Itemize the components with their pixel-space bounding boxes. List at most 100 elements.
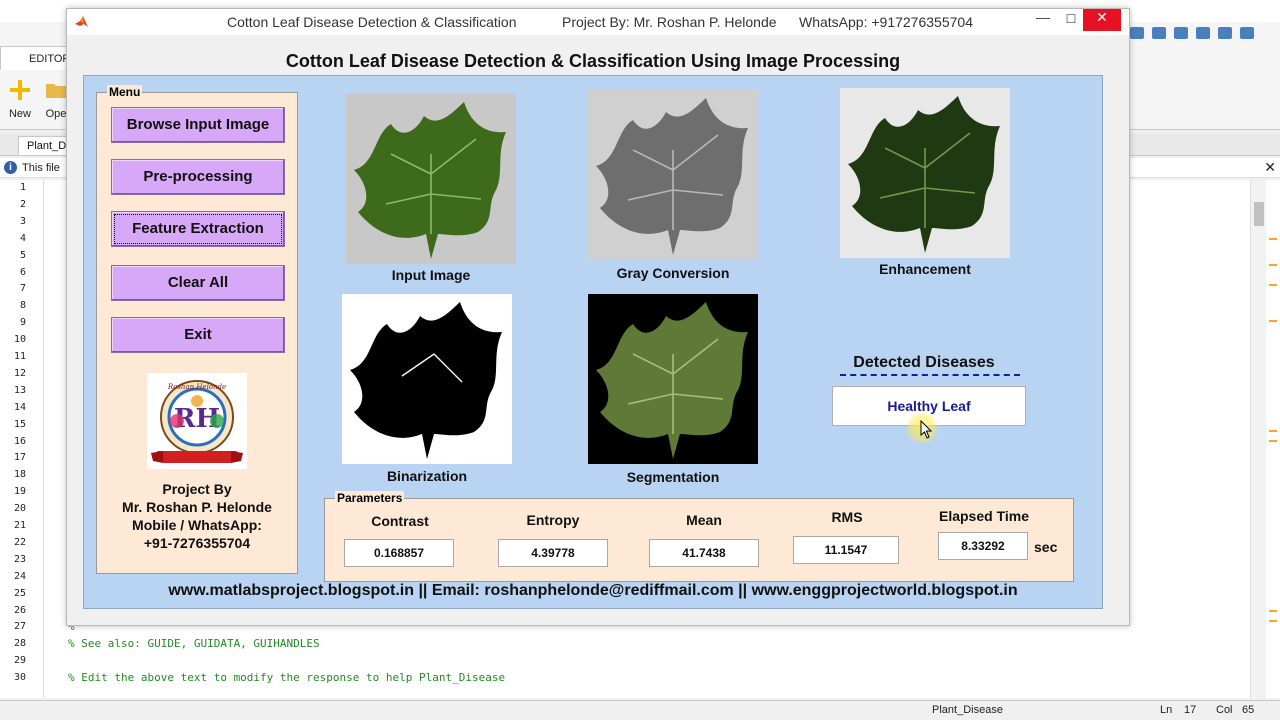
window-whatsapp: WhatsApp: +917276355704 (799, 14, 973, 30)
status-ln-label: Ln (1160, 704, 1173, 716)
binarization-image-label: Binarization (386, 468, 468, 484)
contrast-value[interactable]: 0.168857 (344, 539, 454, 567)
enhancement-image-label: Enhancement (879, 261, 971, 277)
line-number: 10 (13, 334, 26, 346)
footer-links: www.matlabsproject.blogspot.in || Email:… (168, 582, 1018, 599)
editor-tab[interactable]: EDITOR (0, 46, 72, 70)
line-number: 24 (13, 570, 26, 582)
toolbar-icon[interactable] (1196, 27, 1210, 39)
analyzer-mark[interactable] (1269, 320, 1277, 322)
line-number: 14 (13, 401, 26, 413)
contrast-label: Contrast (371, 513, 429, 529)
author-logo: Roshan Helonde RH (147, 373, 247, 469)
line-number: 3 (19, 215, 26, 227)
line-number: 12 (13, 367, 26, 379)
line-number: 27 (13, 621, 26, 633)
line-number: 16 (13, 435, 26, 447)
scrollbar-thumb[interactable] (1254, 202, 1264, 226)
mean-label: Mean (686, 512, 722, 528)
analyzer-mark[interactable] (1269, 430, 1277, 432)
code-line: % Edit the above text to modify the resp… (68, 671, 506, 684)
line-number: 21 (13, 520, 26, 531)
code-analyzer-bar (1266, 180, 1280, 698)
line-number: 6 (19, 266, 26, 278)
analyzer-mark[interactable] (1269, 264, 1277, 266)
line-number: 15 (13, 418, 26, 430)
undo-icon[interactable] (1152, 27, 1166, 39)
window-title: Cotton Leaf Disease Detection & Classifi… (227, 14, 517, 30)
rms-value[interactable]: 11.1547 (793, 536, 899, 564)
maximize-button[interactable]: ☐ (1057, 9, 1085, 31)
line-number: 5 (19, 249, 26, 261)
info-text: This file (22, 162, 60, 174)
line-number: 26 (13, 604, 26, 616)
analyzer-mark[interactable] (1269, 620, 1277, 622)
line-number: 8 (19, 300, 26, 312)
line-number: 22 (13, 536, 26, 548)
line-number: 9 (19, 317, 26, 329)
entropy-label: Entropy (526, 512, 580, 528)
line-number: 11 (13, 351, 26, 362)
project-by-label: Project By (162, 481, 232, 497)
line-number: 18 (13, 469, 26, 481)
folder-icon (46, 84, 66, 98)
analyzer-mark[interactable] (1269, 238, 1277, 240)
entropy-value[interactable]: 4.39778 (498, 539, 608, 567)
rms-label: RMS (831, 509, 863, 525)
detected-diseases-underline (840, 374, 1020, 376)
author-name: Mr. Roshan P. Helonde (122, 499, 272, 515)
analyzer-mark[interactable] (1269, 284, 1277, 286)
logo-text: Roshan Helonde (167, 383, 226, 391)
binarization-image (342, 294, 512, 464)
feature-extraction-button[interactable]: Feature Extraction (111, 211, 285, 247)
mobile-number: +91-7276355704 (143, 535, 251, 551)
new-button[interactable]: New (0, 78, 40, 134)
close-button[interactable]: ✕ (1083, 9, 1121, 31)
status-col: 65 (1242, 704, 1255, 716)
clear-all-button[interactable]: Clear All (111, 265, 285, 301)
exit-button[interactable]: Exit (111, 317, 285, 353)
close-icon[interactable]: ✕ (1264, 159, 1276, 176)
gui-titlebar: Cotton Leaf Disease Detection & Classifi… (67, 9, 1129, 35)
elapsed-time-value[interactable]: 8.33292 (938, 532, 1028, 560)
status-file: Plant_Disease (932, 704, 1003, 716)
elapsed-time-unit: sec (1034, 539, 1058, 555)
line-number: 28 (13, 638, 26, 650)
parameters-legend: Parameters (335, 491, 405, 505)
vertical-scrollbar[interactable] (1250, 180, 1266, 698)
browse-input-image-button[interactable]: Browse Input Image (111, 107, 285, 143)
quick-access-toolbar (1130, 26, 1280, 44)
menu-legend: Menu (107, 85, 143, 99)
redo-icon[interactable] (1174, 27, 1188, 39)
line-number: 13 (13, 384, 26, 396)
line-number: 30 (13, 672, 26, 684)
detected-diseases-title: Detected Diseases (853, 354, 995, 371)
help-icon[interactable] (1240, 27, 1254, 39)
input-image-label: Input Image (391, 267, 471, 283)
status-col-label: Col (1216, 704, 1233, 716)
status-ln: 17 (1184, 704, 1197, 716)
status-bar: Plant_Disease Ln 17 Col 65 (0, 700, 1280, 720)
line-number: 2 (19, 198, 26, 210)
enhancement-image (840, 88, 1010, 258)
analyzer-mark[interactable] (1269, 440, 1277, 442)
window-project-by: Project By: Mr. Roshan P. Helonde (562, 14, 777, 30)
input-image (346, 94, 516, 264)
mean-value[interactable]: 41.7438 (649, 539, 759, 567)
analyzer-mark[interactable] (1269, 610, 1277, 612)
pre-processing-button[interactable]: Pre-processing (111, 159, 285, 195)
line-number: 19 (13, 486, 26, 498)
segmentation-image-label: Segmentation (626, 469, 720, 485)
code-line: % See also: GUIDE, GUIDATA, GUIHANDLES (68, 637, 320, 650)
toolbar-icon[interactable] (1130, 27, 1144, 39)
toolbar-icon[interactable] (1218, 27, 1232, 39)
elapsed-time-label: Elapsed Time (938, 508, 1029, 524)
page-title: Cotton Leaf Disease Detection & Classifi… (285, 51, 901, 71)
parameters-panel: Parameters Contrast 0.168857 Entropy 4.3… (324, 491, 1074, 582)
minimize-button[interactable]: — (1029, 9, 1057, 31)
line-number: 25 (13, 587, 26, 599)
gui-window: Cotton Leaf Disease Detection & Classifi… (66, 8, 1130, 626)
gray-image (588, 90, 758, 260)
matlab-logo-icon (75, 16, 88, 27)
mouse-cursor-icon (920, 420, 933, 439)
